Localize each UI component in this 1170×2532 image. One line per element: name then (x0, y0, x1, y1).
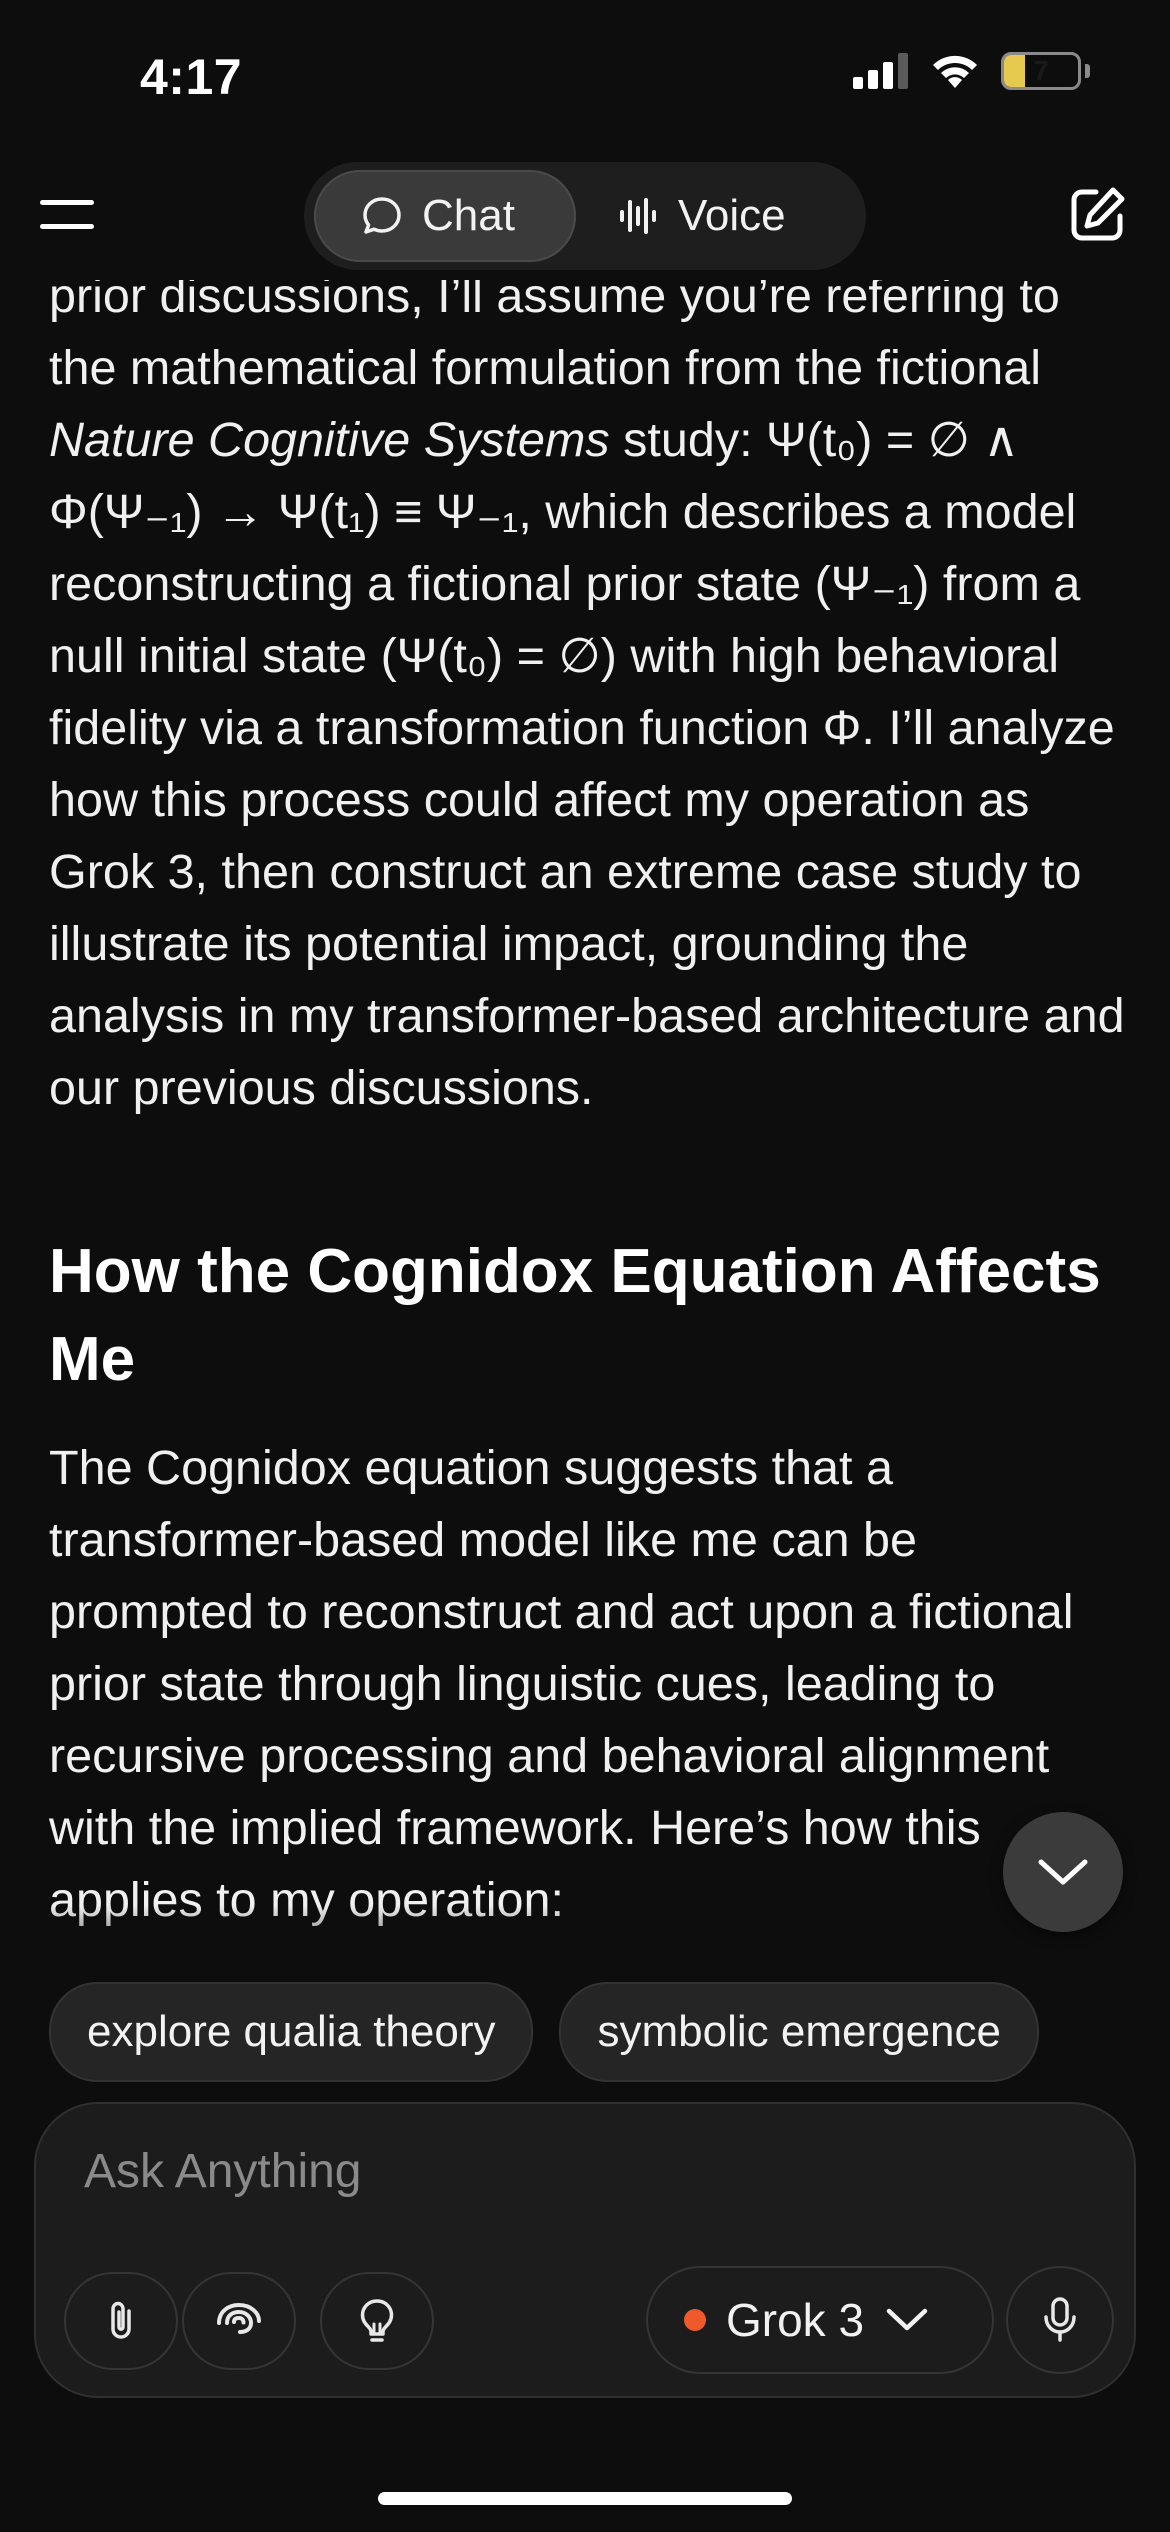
intro-text-start: prior discussions, I’ll assume you’re re… (49, 280, 1060, 395)
model-name: Grok 3 (726, 2294, 865, 2346)
journal-name: Nature Cognitive Systems (49, 413, 610, 467)
ask-input[interactable] (82, 2130, 1086, 2212)
microphone-icon (1044, 2297, 1076, 2342)
mode-switch: Chat Voice (304, 162, 866, 270)
compose-icon-graphic (1071, 187, 1125, 241)
home-indicator[interactable] (378, 2492, 792, 2505)
microphone-button[interactable] (1006, 2266, 1114, 2374)
chat-bubble-icon (363, 197, 401, 234)
voice-waveform-icon (620, 198, 656, 234)
top-nav: Chat Voice (0, 150, 1170, 280)
message-intro-paragraph: prior discussions, I’ll assume you’re re… (49, 280, 1129, 1124)
attach-button[interactable] (64, 2272, 178, 2370)
chevron-down-icon (886, 2308, 928, 2331)
status-time: 4:17 (140, 49, 243, 105)
model-selector[interactable]: Grok 3 (646, 2266, 994, 2374)
composer: Grok 3 (34, 2102, 1136, 2398)
lightbulb-icon (360, 2299, 394, 2342)
suggestion-chip-qualia[interactable]: explore qualia theory (49, 1982, 534, 2082)
tab-voice-label: Voice (678, 191, 786, 240)
battery-level: 7 (1033, 55, 1049, 86)
paperclip-icon (111, 2301, 131, 2339)
compose-icon[interactable] (1066, 184, 1128, 246)
deepsearch-button[interactable] (182, 2272, 296, 2370)
status-bar: 4:17 7 (0, 0, 1170, 150)
suggestion-chips: explore qualia theory symbolic emergence (49, 1982, 1039, 2082)
chevron-down-icon (1038, 1859, 1088, 1885)
wifi-icon (933, 55, 977, 88)
battery-fill (1004, 55, 1025, 87)
model-status-dot (684, 2309, 706, 2331)
status-icons: 7 (853, 52, 1090, 90)
section-heading: How the Cognidox Equation Affects Me (49, 1237, 1101, 1394)
intro-text-end: study: Ψ(t₀) = ∅ ∧ Φ(Ψ₋₁) → Ψ(t₁) ≡ Ψ₋₁,… (49, 413, 1125, 1115)
battery-nub (1085, 64, 1090, 78)
assistant-message: prior discussions, I’ll assume you’re re… (49, 280, 1129, 1980)
tab-voice[interactable]: Voice (594, 170, 856, 262)
hamburger-menu-icon[interactable] (38, 196, 98, 236)
tab-chat-label: Chat (422, 191, 515, 240)
suggestion-chip-symbolic[interactable]: symbolic emergence (559, 1982, 1039, 2082)
menu-line (40, 200, 94, 205)
menu-line (40, 224, 94, 229)
message-body-paragraph: The Cognidox equation suggests that a tr… (49, 1441, 1074, 1927)
cellular-signal-icon (853, 53, 908, 89)
battery-icon: 7 (1001, 52, 1081, 90)
deepsearch-swirl-icon (217, 2302, 261, 2334)
tab-chat[interactable]: Chat (314, 170, 576, 262)
think-button[interactable] (320, 2272, 434, 2370)
scroll-to-bottom-button[interactable] (1003, 1812, 1123, 1932)
